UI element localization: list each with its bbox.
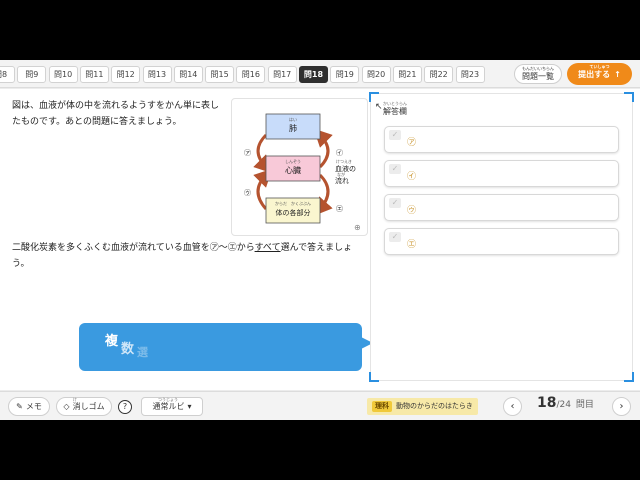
counter-suffix: 問目 <box>575 400 594 410</box>
multiple-choice-hint: 複 数 選 <box>79 323 362 371</box>
corner-marker <box>624 92 634 102</box>
zoom-icon[interactable]: ⊕ <box>354 223 364 233</box>
choice-a[interactable]: ✓ ㋐ <box>384 126 619 153</box>
tab-問8[interactable]: 問8 <box>0 66 15 83</box>
choice-label: ㋒ <box>407 206 417 216</box>
lung-label: 肺 <box>289 124 297 133</box>
tab-問22[interactable]: 問22 <box>424 66 454 83</box>
choice-label: ㋑ <box>407 172 417 182</box>
checkbox-icon: ✓ <box>389 232 401 242</box>
current-question: 18 <box>537 395 557 411</box>
tab-問18[interactable]: 問18 <box>299 66 328 83</box>
sub-question-emphasis: すべて <box>254 243 281 253</box>
tab-問19[interactable]: 問19 <box>330 66 360 83</box>
choice-u[interactable]: ✓ ㋒ <box>384 194 619 221</box>
subject-tag: 理科 <box>372 401 392 412</box>
hint-char-3: 選 <box>137 346 148 359</box>
subject-title: 動物のからだのはたらき <box>396 402 473 410</box>
label-i: ㋑ <box>336 149 343 157</box>
arrow-up-icon: ↑ <box>614 70 621 79</box>
sub-question: 二酸化炭素を多くふくむ血液が流れている血管を㋐～㋓からすべて選んで答えましょう。 <box>12 240 364 272</box>
vessel-e-arrow <box>314 173 333 216</box>
app-screen: 問23 問22 問21 問20 問19 問18 問17 問16 問15 問14 問13 問12 問11 問… <box>0 60 640 420</box>
tab-問10[interactable]: 問10 <box>48 66 78 83</box>
memo-label: メモ <box>25 402 42 411</box>
answer-title-ruby: かいとうらん <box>383 101 407 106</box>
tab-問13[interactable]: 問13 <box>142 66 172 83</box>
choice-label: ㋐ <box>407 138 417 148</box>
tab-問23[interactable]: 問23 <box>455 66 485 83</box>
pen-icon: ✎ <box>16 402 23 411</box>
ruby-mode-select[interactable]: つうじょう 通常ルビ ▾ <box>141 397 203 416</box>
blood-flow-diagram: はい 肺 しんぞう 心臓 からだ かくぶぶん 体の各部分 ㋐ ㋑ ㋒ ㋓ けつえ… <box>244 113 356 224</box>
heart-ruby: しんぞう <box>285 158 301 164</box>
tab-問16[interactable]: 問16 <box>236 66 266 83</box>
subject-info: 理科 動物のからだのはたらき <box>367 398 478 415</box>
tab-問17[interactable]: 問17 <box>267 66 297 83</box>
tab-問15[interactable]: 問15 <box>205 66 235 83</box>
label-e: ㋓ <box>336 205 343 213</box>
hint-char-1: 複 <box>105 334 119 349</box>
question-list-button[interactable]: もんだいいちらん 問題一覧 <box>514 64 562 84</box>
tab-問12[interactable]: 問12 <box>111 66 141 83</box>
answer-panel: ↖ かいとうらん 解答欄 ✓ ㋐ ✓ ㋑ ✓ ㋒ ✓ ㋓ <box>369 92 634 382</box>
question-content: 図は、血液が体の中を流れるようすをかん単に表したものです。あとの問題に答えましょ… <box>0 89 640 390</box>
eraser-ruby: け <box>73 397 77 402</box>
label-a: ㋐ <box>244 149 251 157</box>
checkbox-icon: ✓ <box>389 198 401 208</box>
vessel-i-arrow <box>313 128 333 169</box>
total-questions: /24 <box>556 400 571 410</box>
lung-ruby: はい <box>289 117 297 122</box>
sub-question-before: 二酸化炭素を多くふくむ血液が流れている血管を㋐～㋓から <box>12 243 255 253</box>
vessel-a-arrow <box>253 133 273 174</box>
heart-label: 心臓 <box>285 165 301 175</box>
corner-marker <box>624 372 634 382</box>
label-u: ㋒ <box>244 189 251 197</box>
tab-問11[interactable]: 問11 <box>79 66 109 83</box>
answer-title: かいとうらん 解答欄 <box>383 101 407 117</box>
tab-問9[interactable]: 問9 <box>17 66 47 83</box>
tab-問21[interactable]: 問21 <box>392 66 422 83</box>
choice-e[interactable]: ✓ ㋓ <box>384 228 619 255</box>
flow-line2: 流れ <box>335 176 349 185</box>
memo-button[interactable]: ✎ メモ <box>8 397 50 416</box>
tab-問20[interactable]: 問20 <box>361 66 391 83</box>
hint-char-2: 数 <box>121 342 135 357</box>
body-ruby: からだ かくぶぶん <box>275 200 311 206</box>
question-counter: 18/24 問目 <box>537 395 594 411</box>
eraser-icon: ◇ <box>63 402 70 411</box>
tab-問14[interactable]: 問14 <box>173 66 203 83</box>
answer-title-label: 解答欄 <box>383 107 407 116</box>
chevron-down-icon: ▾ <box>187 402 192 411</box>
next-question-button[interactable]: › <box>612 397 631 416</box>
submit-button[interactable]: ていしゅつ 提出する ↑ <box>567 63 632 85</box>
vessel-u-arrow <box>253 168 273 210</box>
checkbox-icon: ✓ <box>389 130 401 140</box>
submit-label: 提出する <box>578 70 611 79</box>
question-intro: 図は、血液が体の中を流れるようすをかん単に表したものです。あとの問題に答えましょ… <box>12 101 220 127</box>
choice-i[interactable]: ✓ ㋑ <box>384 160 619 187</box>
eraser-label: 消しゴム <box>72 402 105 411</box>
corner-marker <box>369 372 379 382</box>
choice-label: ㋓ <box>407 240 417 250</box>
help-icon[interactable]: ? <box>118 400 132 414</box>
mouse-cursor-icon: ↖ <box>375 102 383 112</box>
checkbox-icon: ✓ <box>389 164 401 174</box>
body-label: 体の各部分 <box>276 208 311 217</box>
question-tab-bar: 問23 問22 問21 問20 問19 問18 問17 問16 問15 問14 問13 問12 問11 問… <box>0 60 640 88</box>
corner-marker <box>369 92 379 102</box>
flow-ruby: けつえき <box>336 158 352 164</box>
question-list-label: 問題一覧 <box>522 72 554 81</box>
ruby-mode-ruby: つうじょう <box>158 397 178 402</box>
eraser-button[interactable]: け ◇ 消しゴム <box>56 397 112 416</box>
prev-question-button[interactable]: ‹ <box>503 397 522 416</box>
blood-flow-figure: はい 肺 しんぞう 心臓 からだ かくぶぶん 体の各部分 ㋐ ㋑ ㋒ ㋓ けつえ… <box>231 98 368 236</box>
bottom-toolbar: ✎ メモ け ◇ 消しゴム ? つうじょう 通常ルビ ▾ 理科 動物のからだのはた… <box>0 391 640 420</box>
